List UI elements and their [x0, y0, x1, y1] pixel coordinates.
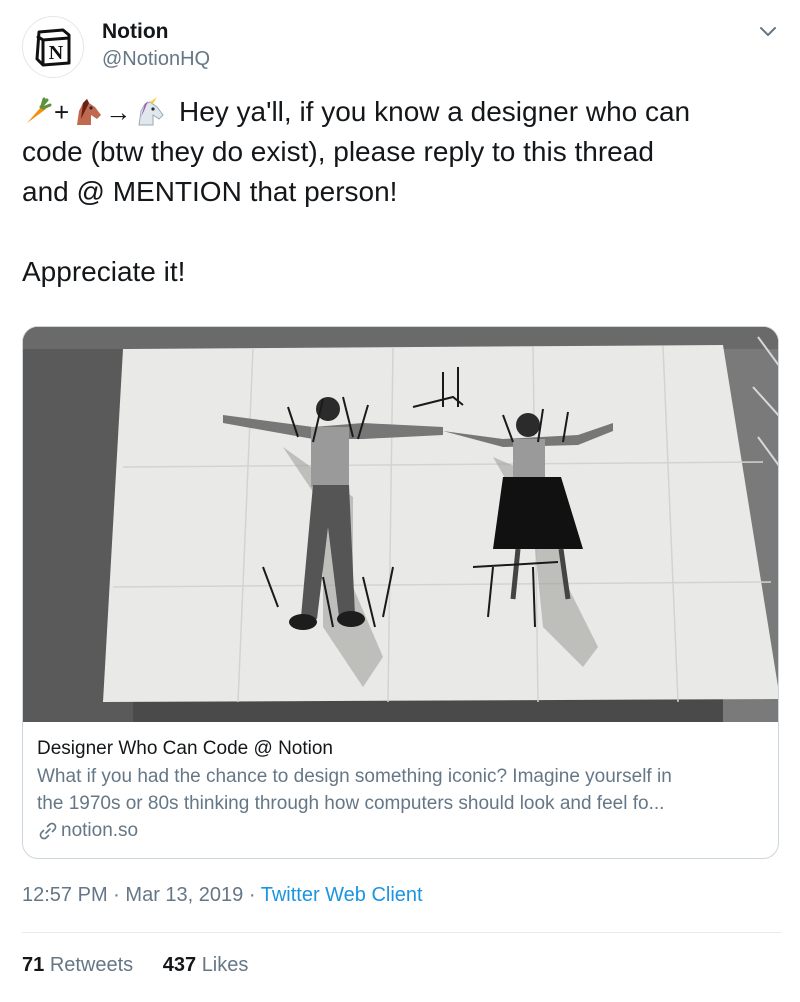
card-domain-text: notion.so — [61, 820, 139, 841]
likes-label: Likes — [201, 954, 249, 976]
eames-photo-image[interactable] — [23, 327, 779, 722]
tweet-line-1: + → Hey ya'll, if you know a designer wh… — [22, 92, 782, 132]
likes-stat[interactable]: 437 Likes — [163, 954, 249, 976]
plus-operator: + — [54, 97, 70, 127]
card-domain[interactable]: notion.so — [37, 817, 767, 845]
arrow-operator: → — [105, 97, 132, 127]
tweet-stats: 71 Retweets 437 Likes — [22, 954, 272, 977]
display-name[interactable]: Notion — [102, 20, 168, 44]
avatar[interactable]: N — [22, 16, 84, 78]
card-description-line-1: What if you had the chance to design som… — [37, 766, 672, 787]
card-title[interactable]: Designer Who Can Code @ Notion — [37, 736, 767, 762]
carrot-emoji-icon — [27, 97, 52, 123]
horse-emoji-icon — [77, 99, 102, 125]
tweet-text: + → Hey ya'll, if you know a designer wh… — [22, 92, 782, 292]
link-card[interactable]: Designer Who Can Code @ Notion What if y… — [22, 326, 779, 859]
tweet-date[interactable]: Mar 13, 2019 — [125, 884, 243, 906]
tweet-meta: 12:57 PM · Mar 13, 2019 · Twitter Web Cl… — [22, 884, 423, 907]
tweet-line-3: and @ MENTION that person! — [22, 176, 398, 207]
card-body: Designer Who Can Code @ Notion What if y… — [37, 736, 767, 845]
retweets-count: 71 — [22, 954, 45, 976]
tweet-line-4: Appreciate it! — [22, 256, 186, 287]
tweet-line-2: code (btw they do exist), please reply t… — [22, 136, 654, 167]
user-handle[interactable]: @NotionHQ — [102, 48, 210, 71]
tweet-line-1-text: Hey ya'll, if you know a designer who ca… — [178, 96, 691, 127]
link-icon — [39, 822, 57, 840]
card-description: What if you had the chance to design som… — [37, 763, 767, 817]
unicorn-emoji-icon — [138, 97, 164, 126]
tweet-header: N Notion @NotionHQ — [22, 16, 782, 78]
meta-separator: · — [113, 884, 120, 906]
tweet-time[interactable]: 12:57 PM — [22, 884, 108, 906]
avatar-letter: N — [49, 42, 64, 64]
card-description-line-2: the 1970s or 80s thinking through how co… — [37, 793, 665, 814]
client-link[interactable]: Twitter Web Client — [261, 884, 423, 906]
divider — [22, 932, 782, 933]
likes-count: 437 — [162, 954, 197, 976]
notion-logo-icon: N — [35, 28, 71, 67]
retweets-stat[interactable]: 71 Retweets — [22, 954, 133, 976]
meta-separator-2: · — [248, 884, 256, 906]
chevron-down-icon[interactable] — [756, 20, 780, 44]
retweets-label: Retweets — [49, 954, 134, 976]
emoji-sequence: + → — [22, 92, 165, 132]
